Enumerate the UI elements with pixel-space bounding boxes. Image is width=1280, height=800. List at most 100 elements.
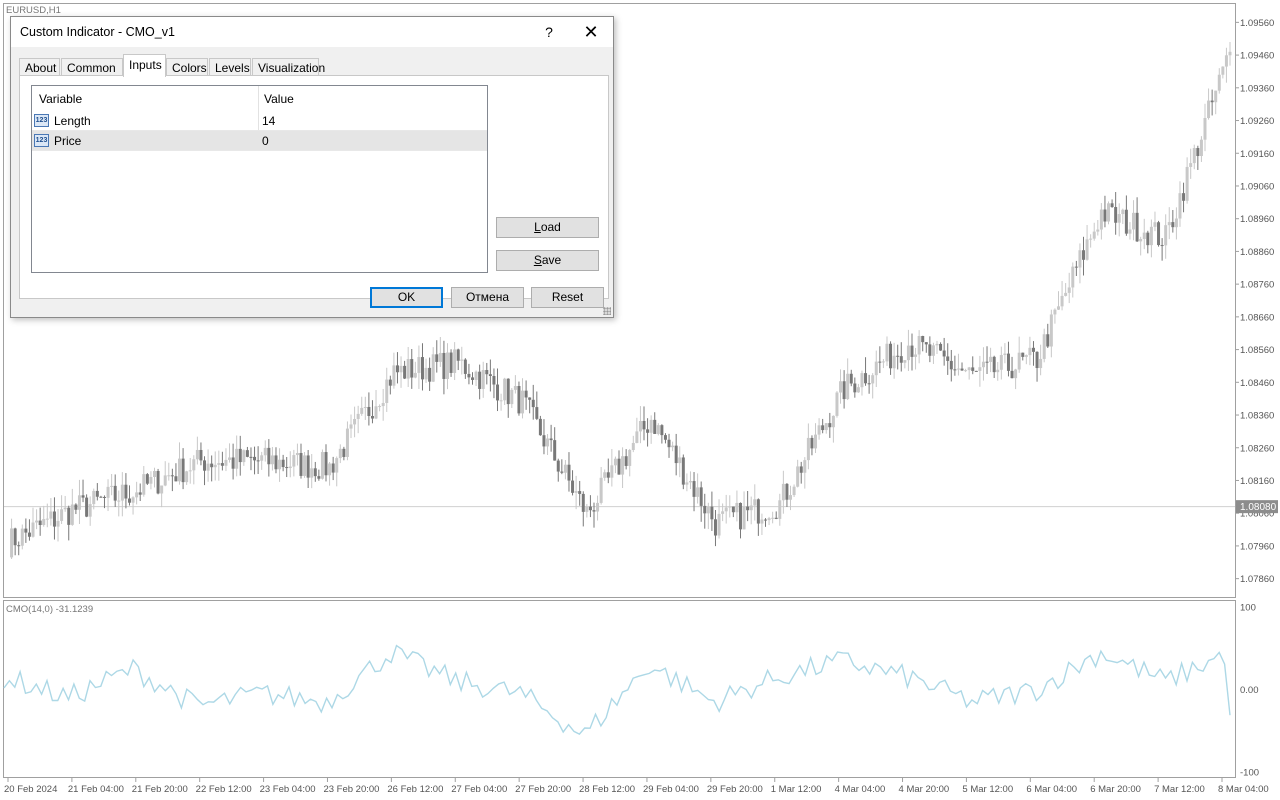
resize-grip-icon[interactable] <box>603 307 611 315</box>
time-tick-label: 26 Feb 12:00 <box>387 784 443 795</box>
cancel-button[interactable]: Отмена <box>451 287 524 308</box>
price-tick-label: 1.08160 <box>1240 476 1274 487</box>
candle-body <box>856 387 860 393</box>
candle-body <box>806 437 810 461</box>
candle-body <box>417 357 421 373</box>
candle-body <box>1217 74 1221 91</box>
candle-body <box>303 455 307 476</box>
candle-body <box>1117 214 1121 223</box>
tab-common[interactable]: Common <box>61 58 123 76</box>
candle-body <box>871 375 875 384</box>
candle-body <box>1039 358 1043 369</box>
candle-body <box>449 352 453 373</box>
grid-header: Variable Value <box>32 86 487 112</box>
candle-body <box>928 344 932 356</box>
candle-body <box>267 447 271 465</box>
candle-body <box>1071 266 1075 288</box>
tab-visualization[interactable]: Visualization <box>252 58 325 76</box>
column-header-value[interactable]: Value <box>264 92 294 106</box>
candle-body <box>603 472 607 478</box>
candle-body <box>1221 66 1225 75</box>
candle-body <box>735 502 739 513</box>
candle-body <box>610 465 614 478</box>
candle-body <box>660 425 664 436</box>
candle-body <box>1099 209 1103 230</box>
candle-body <box>1003 353 1007 356</box>
time-tick-label: 21 Feb 20:00 <box>132 784 188 795</box>
candle-body <box>849 373 853 384</box>
candle-body <box>378 406 382 408</box>
help-button[interactable]: ? <box>537 20 561 44</box>
custom-indicator-dialog[interactable]: Custom Indicator - CMO_v1 ? ✕ About Comm… <box>10 16 614 318</box>
time-tick-label: 6 Mar 04:00 <box>1026 784 1077 795</box>
candle-body <box>274 455 278 470</box>
column-header-variable[interactable]: Variable <box>39 92 82 106</box>
candle-body <box>127 498 131 503</box>
ok-button[interactable]: OK <box>370 287 443 308</box>
candle-body <box>946 356 950 361</box>
candle-body <box>263 447 267 456</box>
candle-body <box>238 448 242 463</box>
candle-body <box>313 468 317 477</box>
candle-body <box>1207 100 1211 119</box>
time-tick-label: 4 Mar 20:00 <box>899 784 950 795</box>
candle-body <box>974 370 978 372</box>
candle-body <box>538 418 542 436</box>
candle-body <box>699 487 703 506</box>
candle-body <box>899 356 903 363</box>
table-row[interactable]: 123 Length 14 <box>32 111 487 131</box>
candle-body <box>781 483 785 501</box>
candle-body <box>1189 163 1193 167</box>
candle-body <box>235 448 239 469</box>
candle-body <box>496 384 500 401</box>
tab-colors[interactable]: Colors <box>166 58 208 76</box>
candle-body <box>546 438 550 447</box>
reset-button[interactable]: Reset <box>531 287 604 308</box>
candle-body <box>560 471 564 473</box>
dialog-titlebar[interactable]: Custom Indicator - CMO_v1 ? ✕ <box>11 17 613 47</box>
candle-body <box>406 359 410 379</box>
price-tick-label: 1.08760 <box>1240 280 1274 291</box>
candle-body <box>831 415 835 428</box>
load-button[interactable]: Load <box>496 217 599 238</box>
candle-body <box>1089 238 1093 240</box>
candle-body <box>170 475 174 477</box>
tab-levels[interactable]: Levels <box>209 58 251 76</box>
inputs-grid[interactable]: Variable Value 123 Length 14 123 Price 0 <box>31 85 488 273</box>
candle-body <box>374 406 378 419</box>
variable-value[interactable]: 0 <box>262 134 269 148</box>
integer-type-icon: 123 <box>34 114 49 127</box>
candle-body <box>1139 238 1143 242</box>
candle-body <box>335 458 339 473</box>
candle-body <box>260 455 264 461</box>
candle-body <box>599 477 603 503</box>
candle-body <box>1203 118 1207 140</box>
candle-body <box>971 367 975 371</box>
candle-body <box>721 511 725 514</box>
candle-body <box>27 532 31 537</box>
price-tick-label: 1.07960 <box>1240 541 1274 552</box>
close-icon[interactable]: ✕ <box>579 20 603 44</box>
candle-body <box>420 357 424 380</box>
time-tick-label: 21 Feb 04:00 <box>68 784 124 795</box>
tab-inputs[interactable]: Inputs <box>123 54 166 77</box>
candle-body <box>524 390 528 398</box>
candle-body <box>63 507 67 510</box>
candle-body <box>74 504 78 510</box>
candle-body <box>110 485 114 487</box>
candle-body <box>1060 295 1064 307</box>
candle-body <box>606 472 610 478</box>
save-button[interactable]: Save <box>496 250 599 271</box>
candle-body <box>771 517 775 519</box>
variable-value[interactable]: 14 <box>262 114 275 128</box>
candle-body <box>52 511 56 527</box>
candle-body <box>756 499 760 524</box>
candle-body <box>81 495 85 498</box>
candle-body <box>56 520 60 527</box>
table-row[interactable]: 123 Price 0 <box>32 131 487 151</box>
candle-body <box>703 505 707 514</box>
candle-body <box>960 368 964 371</box>
candle-body <box>42 519 46 526</box>
tab-about[interactable]: About <box>19 58 60 76</box>
candle-body <box>1085 239 1089 260</box>
